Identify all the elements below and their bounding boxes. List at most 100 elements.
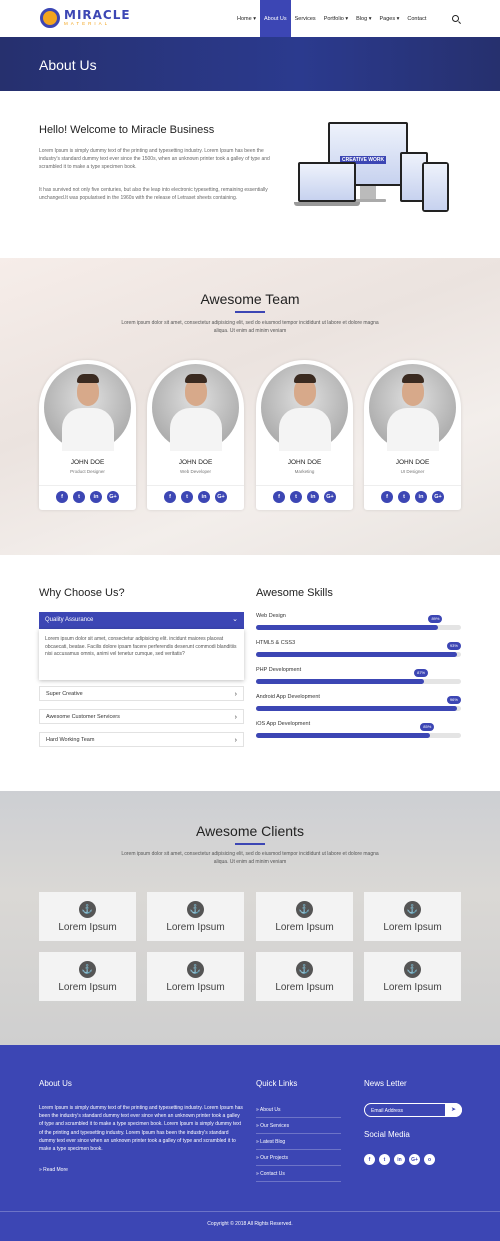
client-label: Lorem Ipsum [166, 982, 225, 993]
accordion-item[interactable]: Hard Working Team › [39, 732, 244, 747]
newsletter-heading: News Letter [364, 1079, 407, 1088]
skill-bar: 87% [256, 669, 461, 684]
client-label: Lorem Ipsum [275, 922, 334, 933]
nav-contact[interactable]: Contact [403, 0, 430, 37]
skill-bar: 89% [256, 615, 461, 630]
footer-about-heading: About Us [39, 1079, 72, 1088]
linkedin-icon[interactable]: in [394, 1154, 405, 1165]
logo-name: MIRACLE [64, 7, 131, 22]
skill-label: PHP Development [256, 667, 302, 673]
facebook-icon[interactable]: f [164, 491, 176, 503]
anchor-icon: ⚓ [296, 961, 313, 978]
member-name: JOHN DOE [395, 459, 430, 466]
logo-gear-icon [40, 8, 60, 28]
chevron-down-icon: ⌄ [232, 616, 238, 623]
skill-badge: 89% [428, 615, 443, 623]
linkedin-icon[interactable]: in [90, 491, 102, 503]
twitter-icon[interactable]: t [398, 491, 410, 503]
twitter-icon[interactable]: t [181, 491, 193, 503]
nav-about-us[interactable]: About Us [259, 0, 291, 37]
member-role: UI Designer [400, 469, 425, 474]
skill-bar-fill [256, 679, 425, 684]
quick-links-heading: Quick Links [256, 1079, 298, 1088]
logo[interactable]: MIRACLE MATERIAL [40, 8, 131, 28]
accordion-body: Lorem ipsum dolor sit amet, consectetur … [39, 629, 244, 680]
quick-link[interactable]: » Latest Blog [256, 1139, 341, 1150]
welcome-heading: Hello! Welcome to Miracle Business [39, 124, 215, 136]
social-media-heading: Social Media [364, 1130, 410, 1139]
facebook-icon[interactable]: f [56, 491, 68, 503]
skill-badge: 93% [446, 642, 461, 650]
client-label: Lorem Ipsum [383, 922, 442, 933]
nav-home[interactable]: Home ▾ [233, 0, 260, 37]
send-icon[interactable]: ➤ [445, 1103, 462, 1117]
google-plus-icon[interactable]: G+ [324, 491, 336, 503]
team-photo [369, 364, 456, 451]
twitter-icon[interactable]: t [379, 1154, 390, 1165]
member-role: Web Developer [180, 469, 211, 474]
welcome-paragraph-1: Lorem Ipsum is simply dummy text of the … [39, 148, 270, 170]
team-intro: Lorem ipsum dolor sit amet, consectetur … [121, 320, 379, 334]
client-card[interactable]: ⚓ Lorem Ipsum [364, 952, 461, 1001]
accordion-header-open[interactable]: Quality Assurance ⌄ [39, 612, 244, 629]
quick-link[interactable]: » Our Projects [256, 1155, 341, 1166]
instagram-icon[interactable]: o [424, 1154, 435, 1165]
team-card: JOHN DOE UI Designer f t in G+ [364, 360, 461, 510]
member-name: JOHN DOE [178, 459, 213, 466]
breadcrumb[interactable]: Home / About Us [424, 25, 462, 31]
accordion-item[interactable]: Awesome Customer Servicers › [39, 709, 244, 724]
quick-link[interactable]: » About Us [256, 1107, 341, 1118]
client-card[interactable]: ⚓ Lorem Ipsum [256, 892, 353, 941]
search-icon[interactable] [452, 15, 459, 22]
quick-link[interactable]: » Contact Us [256, 1171, 341, 1182]
accordion-item[interactable]: Super Creative › [39, 686, 244, 701]
client-card[interactable]: ⚓ Lorem Ipsum [39, 952, 136, 1001]
skill-bar-fill [256, 652, 457, 657]
nav-services[interactable]: Services [291, 0, 320, 37]
skill-badge: 85% [420, 723, 435, 731]
google-plus-icon[interactable]: G+ [432, 491, 444, 503]
google-plus-icon[interactable]: G+ [107, 491, 119, 503]
facebook-icon[interactable]: f [364, 1154, 375, 1165]
chevron-right-icon: › [234, 737, 237, 744]
read-more-link[interactable]: » Read More [39, 1167, 68, 1173]
member-role: Marketing [294, 469, 315, 474]
anchor-icon: ⚓ [187, 901, 204, 918]
google-plus-icon[interactable]: G+ [409, 1154, 420, 1165]
footer-divider [0, 1211, 500, 1212]
anchor-icon: ⚓ [79, 961, 96, 978]
quick-link[interactable]: » Our Services [256, 1123, 341, 1134]
google-plus-icon[interactable]: G+ [215, 491, 227, 503]
client-card[interactable]: ⚓ Lorem Ipsum [39, 892, 136, 941]
twitter-icon[interactable]: t [73, 491, 85, 503]
team-heading: Awesome Team [200, 291, 300, 307]
anchor-icon: ⚓ [296, 901, 313, 918]
member-name: JOHN DOE [287, 459, 322, 466]
client-card[interactable]: ⚓ Lorem Ipsum [147, 892, 244, 941]
client-label: Lorem Ipsum [58, 982, 117, 993]
client-label: Lorem Ipsum [166, 922, 225, 933]
nav-blog[interactable]: Blog ▾ [352, 0, 375, 37]
chevron-right-icon: › [234, 691, 237, 698]
clients-heading: Awesome Clients [196, 823, 304, 839]
team-photo [44, 364, 131, 451]
linkedin-icon[interactable]: in [198, 491, 210, 503]
clients-intro: Lorem ipsum dolor sit amet, consectetur … [121, 851, 379, 865]
skill-bar: 93% [256, 642, 461, 657]
team-photo [261, 364, 348, 451]
skill-badge: 87% [414, 669, 429, 677]
facebook-icon[interactable]: f [273, 491, 285, 503]
team-underline [235, 311, 265, 313]
facebook-icon[interactable]: f [381, 491, 393, 503]
client-card[interactable]: ⚓ Lorem Ipsum [147, 952, 244, 1001]
client-card[interactable]: ⚓ Lorem Ipsum [256, 952, 353, 1001]
client-label: Lorem Ipsum [275, 982, 334, 993]
linkedin-icon[interactable]: in [307, 491, 319, 503]
twitter-icon[interactable]: t [290, 491, 302, 503]
linkedin-icon[interactable]: in [415, 491, 427, 503]
nav-portfolio[interactable]: Portfolio ▾ [320, 0, 352, 37]
client-card[interactable]: ⚓ Lorem Ipsum [364, 892, 461, 941]
footer-about-text: Lorem Ipsum is simply dummy text of the … [39, 1105, 243, 1153]
anchor-icon: ⚓ [404, 901, 421, 918]
nav-pages[interactable]: Pages ▾ [375, 0, 403, 37]
